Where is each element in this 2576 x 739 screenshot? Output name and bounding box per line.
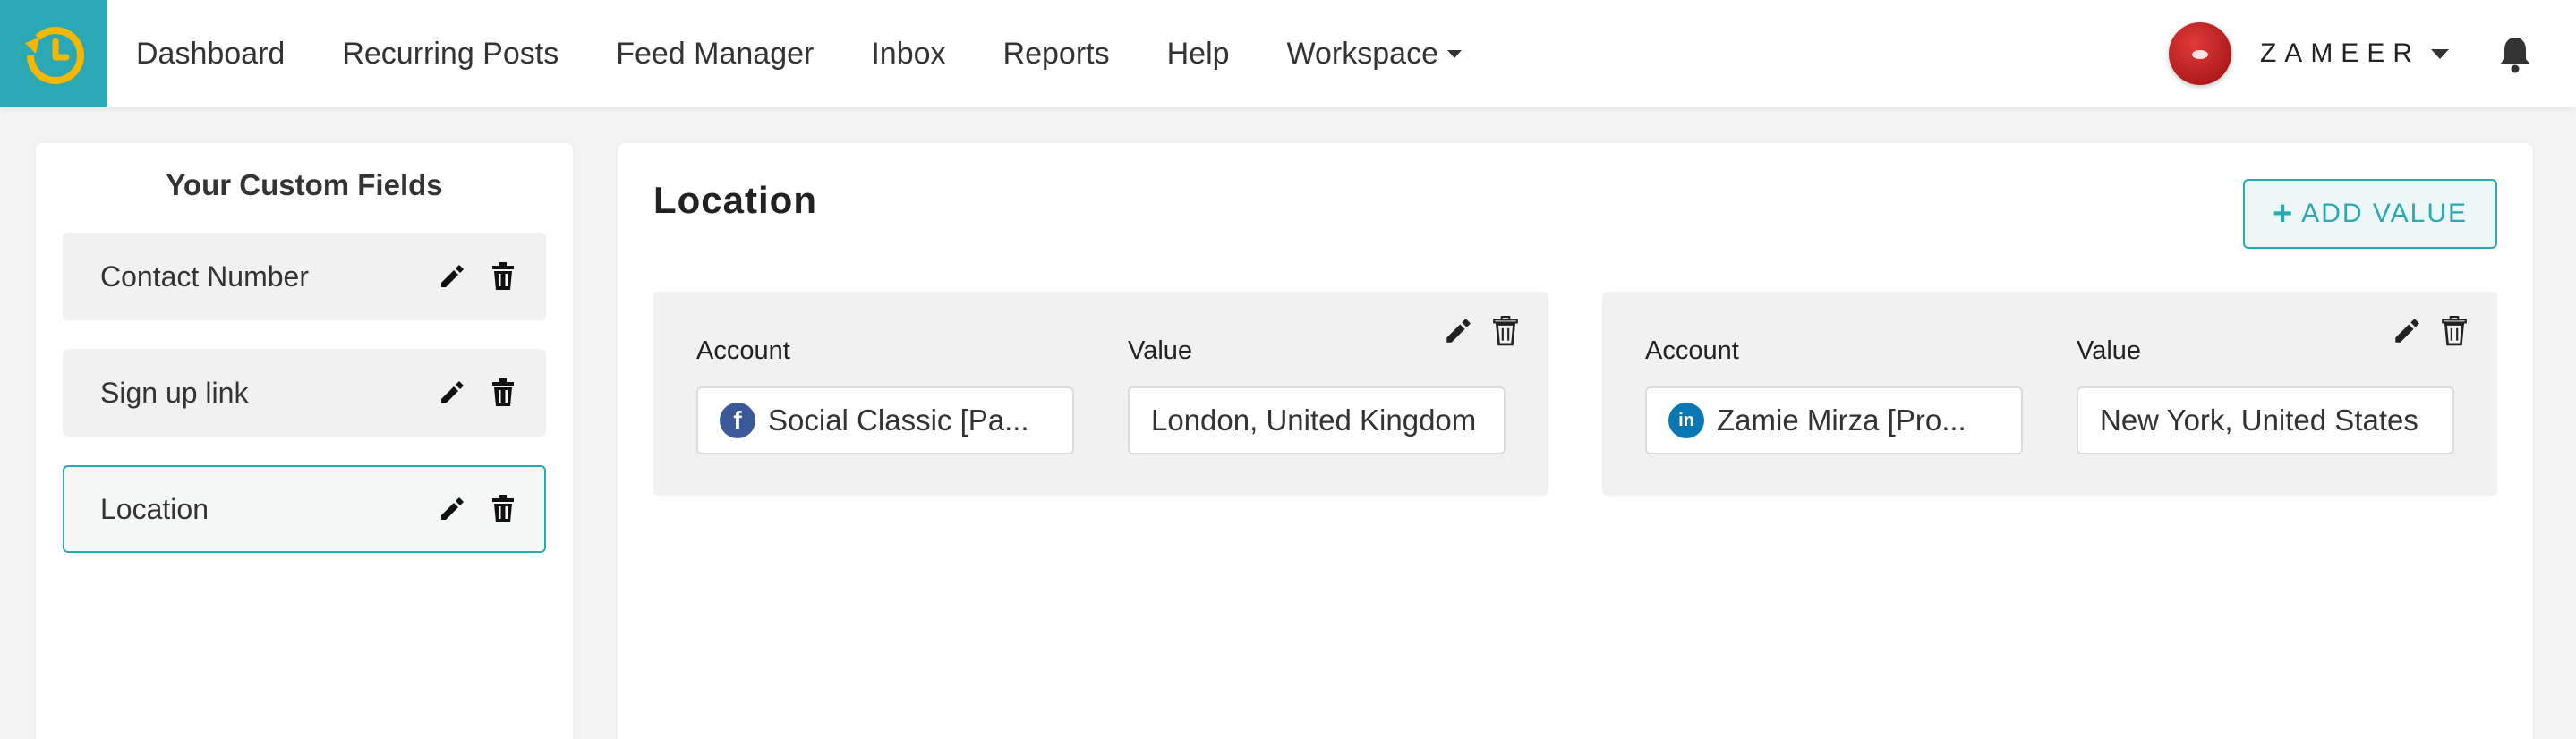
edit-field-button[interactable]	[433, 375, 469, 411]
app-logo[interactable]	[0, 0, 107, 107]
facebook-icon: f	[720, 403, 755, 438]
value-label: Value	[2077, 336, 2142, 365]
trash-icon	[492, 262, 514, 290]
linkedin-icon: in	[1668, 403, 1704, 438]
avatar[interactable]	[2168, 22, 2231, 85]
value-input[interactable]: London, United Kingdom	[1128, 386, 1506, 454]
trash-icon	[492, 495, 514, 522]
trash-icon	[492, 378, 514, 406]
delete-value-button[interactable]	[2436, 313, 2472, 349]
delete-field-button[interactable]	[485, 375, 521, 411]
bell-icon	[2500, 38, 2530, 73]
field-values-panel: Location + ADD VALUE Account Value f Soc…	[618, 143, 2533, 739]
caret-down-icon	[2431, 48, 2449, 59]
sidebar-title: Your Custom Fields	[166, 168, 443, 201]
nav-dashboard[interactable]: Dashboard	[136, 37, 285, 72]
main-menu: Dashboard Recurring Posts Feed Manager I…	[136, 0, 1519, 107]
account-select[interactable]: in Zamie Mirza [Pro...	[1645, 386, 2023, 454]
nav-inbox[interactable]: Inbox	[871, 37, 945, 72]
nav-help[interactable]: Help	[1167, 37, 1230, 72]
edit-value-button[interactable]	[2388, 313, 2424, 349]
field-item-sign-up-link[interactable]: Sign up link	[63, 349, 546, 437]
edit-field-button[interactable]	[433, 259, 469, 294]
pencil-icon	[1446, 319, 1471, 343]
edit-field-button[interactable]	[433, 491, 469, 527]
nav-reports[interactable]: Reports	[1003, 37, 1110, 72]
page-title: Location	[653, 179, 817, 221]
delete-field-button[interactable]	[485, 491, 521, 527]
plus-icon: +	[2272, 195, 2295, 233]
add-value-button[interactable]: + ADD VALUE	[2243, 179, 2497, 249]
account-label: Account	[1645, 336, 1739, 365]
user-menu[interactable]: ZAMEER	[2260, 38, 2449, 69]
trash-icon	[2442, 316, 2467, 346]
nav-workspace-dropdown[interactable]: Workspace	[1287, 37, 1462, 72]
pencil-icon	[2395, 319, 2419, 343]
edit-value-button[interactable]	[1439, 313, 1475, 349]
pencil-icon	[441, 265, 464, 287]
avatar-image-icon	[2191, 50, 2208, 59]
value-card: Account Value in Zamie Mirza [Pro... New…	[1602, 292, 2497, 496]
delete-field-button[interactable]	[485, 259, 521, 294]
field-item-contact-number[interactable]: Contact Number	[63, 233, 546, 320]
user-area: ZAMEER	[2168, 0, 2576, 107]
trash-icon	[1493, 316, 1518, 346]
field-item-location[interactable]: Location	[63, 465, 546, 553]
value-input[interactable]: New York, United States	[2077, 386, 2454, 454]
notifications-button[interactable]	[2497, 34, 2533, 73]
field-item-label: Contact Number	[100, 259, 309, 293]
caret-down-icon	[1446, 49, 1462, 58]
pencil-icon	[441, 381, 464, 403]
pencil-icon	[441, 497, 464, 520]
clock-history-icon	[25, 27, 84, 84]
delete-value-button[interactable]	[1488, 313, 1523, 349]
value-card: Account Value f Social Classic [Pa... Lo…	[653, 292, 1548, 496]
value-label: Value	[1128, 336, 1193, 365]
custom-fields-sidebar: Your Custom Fields Contact Number Sign u…	[36, 143, 573, 739]
top-navbar: Dashboard Recurring Posts Feed Manager I…	[0, 0, 2576, 107]
field-item-label: Sign up link	[100, 376, 249, 409]
nav-recurring-posts[interactable]: Recurring Posts	[342, 37, 559, 72]
account-select[interactable]: f Social Classic [Pa...	[696, 386, 1074, 454]
account-label: Account	[696, 336, 790, 365]
nav-feed-manager[interactable]: Feed Manager	[616, 37, 814, 72]
field-item-label: Location	[100, 492, 209, 525]
